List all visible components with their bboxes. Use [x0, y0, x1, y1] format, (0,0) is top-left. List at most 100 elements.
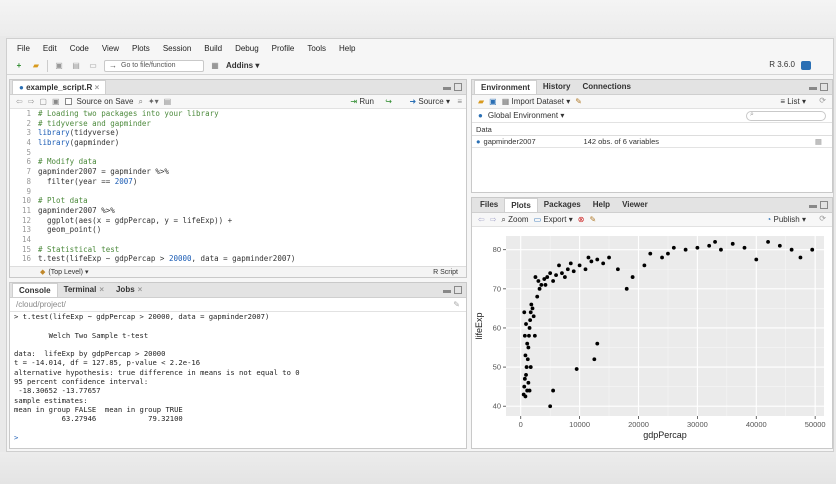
- menu-debug[interactable]: Debug: [235, 44, 259, 53]
- maximize-icon[interactable]: [454, 83, 462, 91]
- r-version-label[interactable]: R 3.6.0: [769, 60, 795, 69]
- forward-icon[interactable]: ⇨: [28, 97, 35, 106]
- expand-icon[interactable]: ●: [476, 137, 481, 146]
- y-axis-label: lifeExp: [474, 312, 484, 339]
- global-environment-dropdown[interactable]: Global Environment ▾: [488, 111, 565, 120]
- save-icon[interactable]: ▣: [489, 97, 497, 106]
- close-icon[interactable]: ×: [138, 285, 143, 294]
- source-on-save-checkbox[interactable]: [64, 98, 72, 105]
- view-table-icon[interactable]: ▦: [815, 137, 822, 146]
- menu-file[interactable]: File: [17, 44, 30, 53]
- clear-console-icon[interactable]: ✎: [453, 300, 460, 309]
- code-token: gapminder2007 = gapminder %>%: [38, 167, 169, 177]
- save-icon[interactable]: ▣: [52, 97, 60, 106]
- console-output[interactable]: > t.test(lifeExp ~ gdpPercap > 20000, da…: [10, 312, 466, 442]
- code-token: # Statistical test: [38, 244, 120, 254]
- remove-plot-icon[interactable]: ⊗: [578, 215, 585, 224]
- environment-tab-connections[interactable]: Connections: [576, 80, 636, 94]
- zoom-button[interactable]: ⌕ Zoom: [501, 215, 528, 225]
- refresh-icon[interactable]: ⟳: [819, 96, 826, 105]
- show-in-window-icon[interactable]: ▢: [39, 97, 47, 106]
- tab-example-script[interactable]: ● example_script.R ×: [12, 80, 107, 94]
- list-view-button[interactable]: ≡ List ▾: [780, 97, 806, 106]
- open-project-icon[interactable]: ▰: [30, 60, 42, 72]
- goto-file-input[interactable]: Go to file/function: [104, 59, 204, 72]
- run-arrow-icon: ⇥: [350, 97, 358, 106]
- plots-tab-help[interactable]: Help: [587, 198, 616, 212]
- magic-wand-icon[interactable]: ✦▾: [148, 97, 159, 106]
- code-line: 3 library (tidyverse): [10, 128, 466, 138]
- save-all-icon[interactable]: ▤: [70, 60, 82, 72]
- next-plot-icon[interactable]: ⇨: [490, 215, 497, 224]
- data-point: [571, 269, 576, 274]
- export-icon: ▭: [533, 215, 542, 224]
- code-token: library: [38, 128, 70, 138]
- list-icon: ≡: [780, 97, 786, 106]
- file-type-label[interactable]: R Script: [433, 269, 458, 276]
- back-icon[interactable]: ⇦: [16, 97, 23, 106]
- menu-plots[interactable]: Plots: [132, 44, 150, 53]
- broom-icon[interactable]: ✎: [575, 97, 582, 106]
- export-button[interactable]: ▭ Export ▾: [534, 215, 573, 224]
- console-line: -18.30652 -13.77657: [14, 386, 101, 396]
- scope-icon: ◆: [40, 269, 46, 276]
- environment-tab-environment[interactable]: Environment: [474, 80, 537, 94]
- minimize-icon[interactable]: [809, 205, 817, 208]
- refresh-icon[interactable]: ⟳: [819, 214, 826, 223]
- environment-row[interactable]: ● gapminder2007 142 obs. of 6 variables ▦: [472, 136, 832, 148]
- scope-dropdown-icon[interactable]: ▾: [85, 268, 89, 276]
- addins-menu[interactable]: Addins ▾: [226, 61, 259, 70]
- menu-tools[interactable]: Tools: [307, 44, 326, 53]
- previous-plot-icon[interactable]: ⇦: [478, 215, 485, 224]
- data-point: [671, 245, 676, 250]
- console-tab-console[interactable]: Console: [12, 283, 58, 297]
- menu-build[interactable]: Build: [204, 44, 222, 53]
- new-file-icon[interactable]: +: [13, 60, 25, 72]
- code-line: 15 # Statistical test: [10, 245, 466, 255]
- open-icon[interactable]: ▰: [478, 97, 484, 106]
- console-tab-jobs[interactable]: Jobs ×: [110, 283, 148, 297]
- minimize-icon[interactable]: [443, 87, 451, 90]
- source-button[interactable]: ➜ Source ▾: [409, 97, 450, 106]
- minimize-icon[interactable]: [809, 87, 817, 90]
- menu-code[interactable]: Code: [70, 44, 89, 53]
- code-line: 12 ggplot(aes(x = gdpPercap, y = lifeExp…: [10, 216, 466, 226]
- maximize-icon[interactable]: [454, 286, 462, 294]
- environment-tab-history[interactable]: History: [537, 80, 577, 94]
- menu-view[interactable]: View: [102, 44, 119, 53]
- grid-icon[interactable]: ▦: [209, 60, 221, 72]
- import-dataset-button[interactable]: ▦ Import Dataset ▾: [502, 97, 571, 106]
- working-directory[interactable]: /cloud/project/: [16, 300, 66, 309]
- code-token: geom_point(): [38, 225, 102, 235]
- compile-report-icon[interactable]: ▤: [164, 97, 172, 106]
- menu-help[interactable]: Help: [339, 44, 355, 53]
- environment-search-input[interactable]: ⌕: [746, 111, 826, 121]
- rerun-icon[interactable]: ↪: [385, 97, 392, 106]
- search-icon[interactable]: ⌕: [138, 97, 142, 107]
- outline-icon[interactable]: ≡: [457, 97, 462, 106]
- environment-pane: Environment History Connections ▰ ▣ ▦ Impo…: [471, 79, 833, 193]
- scope-label[interactable]: (Top Level): [48, 269, 83, 276]
- minimize-icon[interactable]: [443, 290, 451, 293]
- menu-session[interactable]: Session: [163, 44, 191, 53]
- maximize-icon[interactable]: [820, 201, 828, 209]
- menu-profile[interactable]: Profile: [272, 44, 295, 53]
- export-label: Export: [543, 215, 567, 224]
- console-tab-terminal[interactable]: Terminal ×: [58, 283, 110, 297]
- close-icon[interactable]: ×: [99, 285, 104, 294]
- code-editor[interactable]: 1 # Loading two packages into your librar…: [10, 109, 466, 264]
- plots-tab-viewer[interactable]: Viewer: [616, 198, 654, 212]
- plots-tab-plots[interactable]: Plots: [504, 198, 538, 212]
- divider: [47, 59, 48, 72]
- save-icon[interactable]: ▣: [53, 60, 65, 72]
- plots-tab-files[interactable]: Files: [474, 198, 504, 212]
- menu-edit[interactable]: Edit: [43, 44, 57, 53]
- close-icon[interactable]: ×: [95, 83, 100, 92]
- plots-tab-packages[interactable]: Packages: [538, 198, 587, 212]
- broom-icon[interactable]: ✎: [589, 215, 596, 224]
- run-button[interactable]: ⇥ Run: [350, 97, 374, 106]
- print-icon[interactable]: ▭: [87, 60, 99, 72]
- data-point: [532, 333, 537, 338]
- maximize-icon[interactable]: [820, 83, 828, 91]
- publish-button[interactable]: ◔ Publish ▾: [766, 215, 806, 224]
